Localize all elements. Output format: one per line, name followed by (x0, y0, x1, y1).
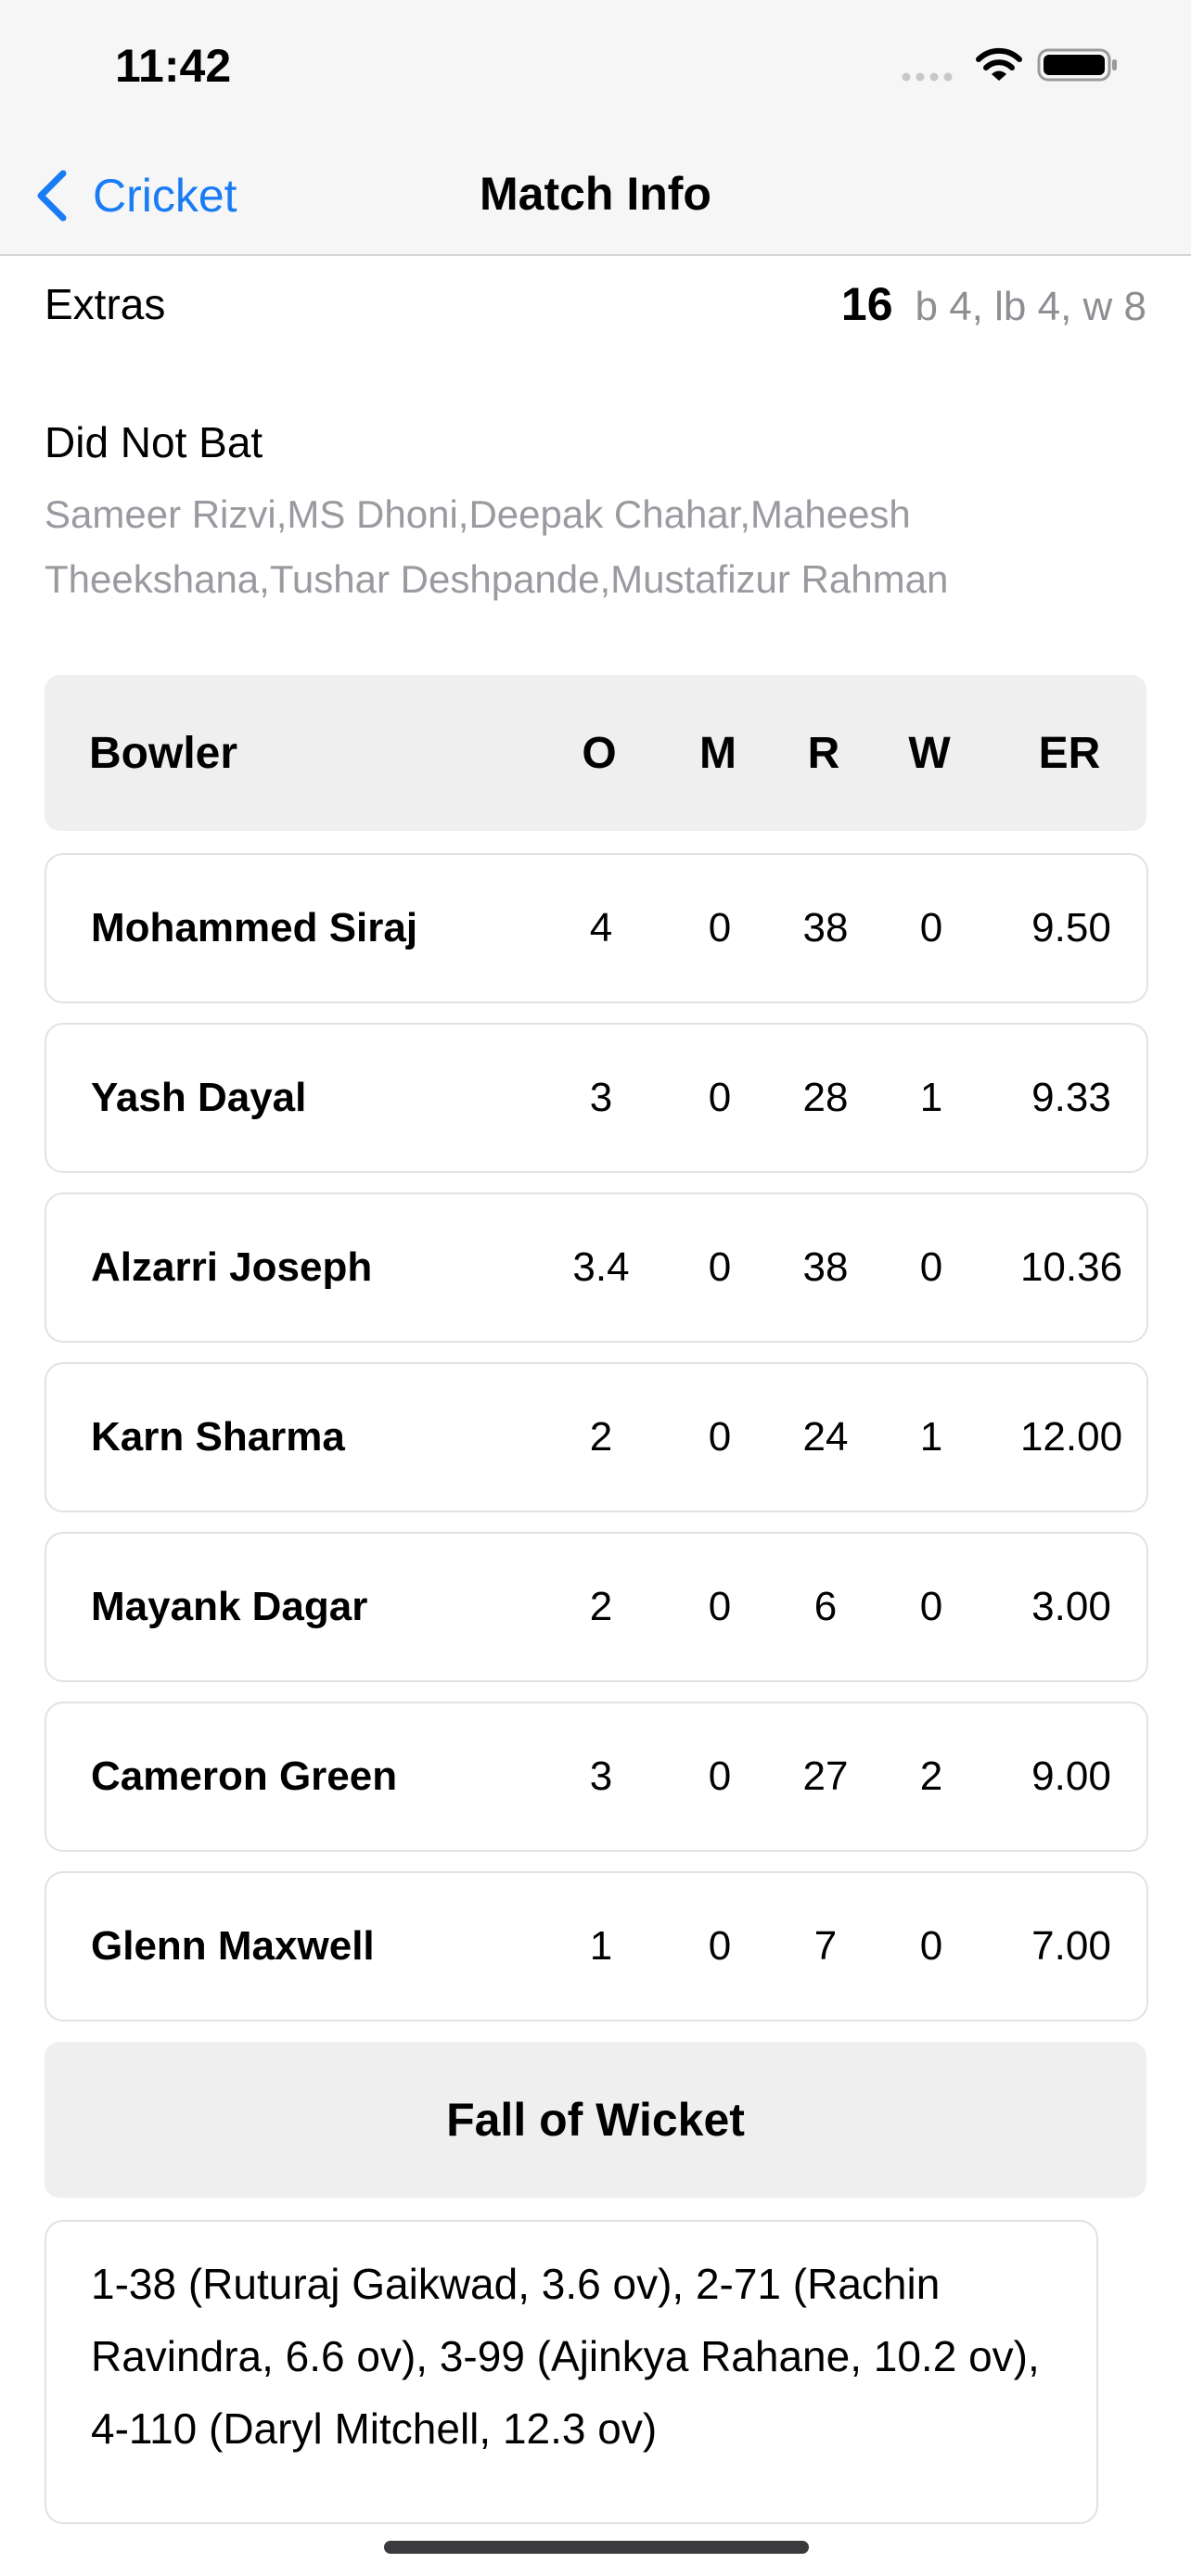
page-title: Match Info (480, 168, 711, 220)
bowler-name: Mohammed Siraj (91, 905, 418, 950)
bowler-name: Alzarri Joseph (91, 1244, 373, 1290)
bowler-economy: 3.00 (1031, 1584, 1111, 1629)
bowler-row[interactable]: Alzarri Joseph 3.4 0 38 0 10.36 (45, 1192, 1148, 1343)
extras-row: Extras 16 b 4, lb 4, w 8 (45, 274, 1146, 334)
home-indicator[interactable] (384, 2541, 809, 2554)
bowler-name: Yash Dayal (91, 1075, 307, 1120)
bowler-overs: 4 (589, 905, 613, 950)
bowler-row[interactable]: Mayank Dagar 2 0 6 0 3.00 (45, 1532, 1148, 1682)
bowler-row[interactable]: Mohammed Siraj 4 0 38 0 9.50 (45, 853, 1148, 1003)
bowler-economy: 7.00 (1031, 1923, 1111, 1969)
extras-detail: b 4, lb 4, w 8 (915, 284, 1146, 329)
bowler-economy: 10.36 (1019, 1244, 1123, 1290)
status-bar: 11:42 (0, 0, 1191, 139)
bowler-overs: 3.4 (572, 1244, 630, 1290)
bowler-overs: 3 (589, 1075, 613, 1120)
bowler-name: Mayank Dagar (91, 1584, 368, 1629)
extras-total: 16 (840, 278, 893, 330)
did-not-bat-list: Sameer Rizvi,MS Dhoni,Deepak Chahar,Mahe… (45, 492, 949, 601)
bowler-overs: 2 (589, 1414, 613, 1460)
bowler-row[interactable]: Karn Sharma 2 0 24 1 12.00 (45, 1362, 1148, 1512)
wifi-icon (976, 47, 1022, 81)
navigation-bar: Cricket Match Info (0, 139, 1191, 256)
header-overs: O (582, 728, 617, 778)
extras-label: Extras (45, 280, 166, 328)
fall-of-wicket-card: 1-38 (Ruturaj Gaikwad, 3.6 ov), 2-71 (Ra… (45, 2220, 1098, 2524)
status-time: 11:42 (115, 40, 232, 92)
bowler-name: Karn Sharma (91, 1414, 345, 1460)
bowler-row[interactable]: Yash Dayal 3 0 28 1 9.33 (45, 1023, 1148, 1173)
bowler-overs: 1 (589, 1923, 613, 1969)
cellular-signal-icon (902, 72, 953, 82)
bowler-name: Glenn Maxwell (91, 1923, 375, 1969)
bowling-table-header: Bowler O M R W ER (45, 675, 1146, 831)
bowler-overs: 2 (589, 1584, 613, 1629)
bowler-economy: 9.33 (1031, 1075, 1111, 1120)
battery-icon (1037, 48, 1117, 82)
bowler-economy: 9.00 (1031, 1753, 1111, 1799)
bowler-row[interactable]: Cameron Green 3 0 27 2 9.00 (45, 1702, 1148, 1852)
header-bowler: Bowler (89, 728, 238, 778)
bowler-economy: 9.50 (1031, 905, 1111, 950)
bowler-overs: 3 (589, 1753, 613, 1799)
fall-of-wicket-text: 1-38 (Ruturaj Gaikwad, 3.6 ov), 2-71 (Ra… (91, 2260, 1040, 2453)
bowler-economy: 12.00 (1019, 1414, 1123, 1460)
did-not-bat-title: Did Not Bat (45, 418, 263, 466)
bowler-name: Cameron Green (91, 1753, 398, 1799)
bowler-row[interactable]: Glenn Maxwell 1 0 7 0 7.00 (45, 1871, 1148, 2021)
fall-of-wicket-title: Fall of Wicket (45, 2042, 1146, 2198)
header-economy: ER (1038, 728, 1101, 778)
